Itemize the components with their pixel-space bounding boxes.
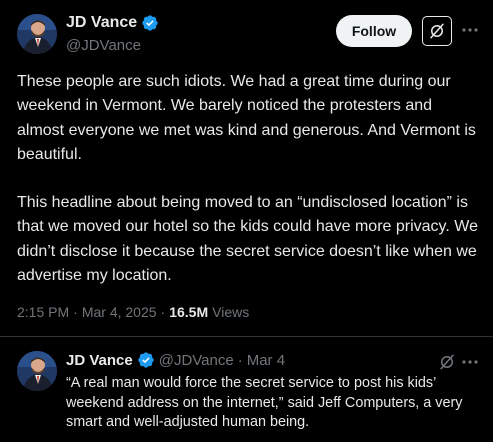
author-name-row[interactable]: JD Vance [66, 14, 159, 32]
grok-icon [430, 23, 444, 39]
post-metadata: 2:15 PM · Mar 4, 2025 · 16.5M Views [17, 304, 249, 320]
author-handle[interactable]: @JDVance [159, 352, 234, 369]
meta-separator: · [237, 351, 243, 369]
author-handle[interactable]: @JDVance [66, 37, 141, 54]
post-paragraph: This headline about being moved to an “u… [17, 194, 478, 285]
more-icon [462, 28, 478, 32]
avatar[interactable] [17, 14, 57, 54]
grok-button[interactable] [422, 16, 452, 46]
quoted-post-header: JD Vance @JDVance · Mar 4 [66, 351, 285, 369]
main-post: JD Vance @JDVance Follow These people ar… [0, 0, 493, 337]
post-paragraph: These people are such idiots. We had a g… [17, 73, 476, 163]
views-label: Views [212, 304, 250, 320]
more-icon [462, 360, 478, 364]
author-name[interactable]: JD Vance [66, 14, 137, 32]
more-options-button[interactable] [461, 20, 479, 40]
follow-button[interactable]: Follow [336, 15, 412, 47]
more-options-button[interactable] [461, 354, 479, 370]
verified-badge-icon [142, 15, 158, 31]
views-count[interactable]: 16.5M [169, 304, 208, 320]
verified-badge-icon [138, 352, 154, 368]
grok-icon[interactable] [438, 353, 456, 371]
author-name[interactable]: JD Vance [66, 352, 133, 369]
post-text: These people are such idiots. We had a g… [17, 70, 481, 288]
meta-separator: · [73, 304, 78, 320]
quoted-post-text: “A real man would force the secret servi… [66, 375, 463, 430]
meta-separator: · [160, 304, 166, 320]
avatar[interactable] [17, 351, 57, 391]
post-time[interactable]: 2:15 PM [17, 304, 69, 320]
post-date[interactable]: Mar 4, 2025 [82, 304, 157, 320]
quoted-post[interactable]: JD Vance @JDVance · Mar 4 “A real man wo… [0, 337, 493, 442]
post-date[interactable]: Mar 4 [247, 352, 285, 369]
